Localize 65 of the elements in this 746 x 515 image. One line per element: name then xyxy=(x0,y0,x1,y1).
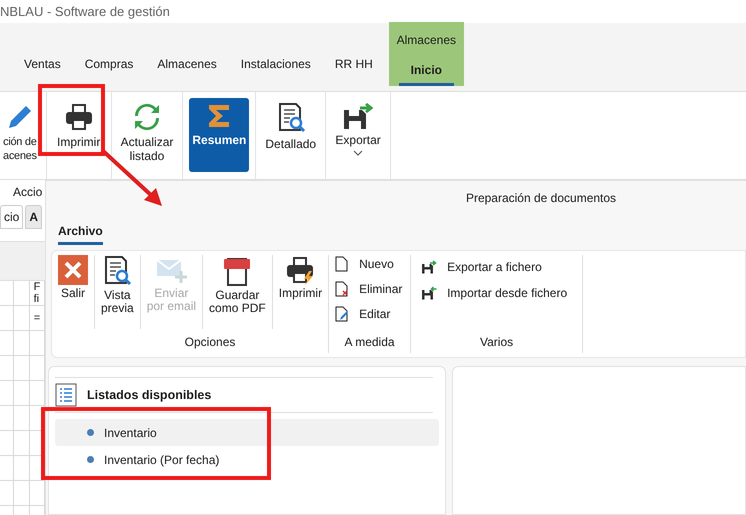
group-label: A medida xyxy=(344,334,395,351)
bullet-icon xyxy=(87,429,94,436)
ribbon-button[interactable]: Detallado xyxy=(262,98,320,155)
grid-cell xyxy=(14,381,30,406)
group-label: Varios xyxy=(480,334,514,351)
close-icon xyxy=(58,255,88,285)
ribbon-button[interactable]: Resumen xyxy=(189,98,250,172)
document-icon xyxy=(335,256,350,272)
grid-cell xyxy=(14,481,30,506)
list-item[interactable]: Inventario xyxy=(55,419,439,446)
ribbon-button[interactable]: Actualizar listado xyxy=(118,98,176,167)
grid-cell xyxy=(0,356,14,381)
pdf-document-icon xyxy=(222,255,252,287)
floppy-export-icon xyxy=(342,102,374,130)
ribbon-button[interactable]: Imprimir xyxy=(274,255,326,300)
grid-cell xyxy=(14,456,30,481)
dialog-tab[interactable]: Archivo xyxy=(58,222,103,245)
menu-item[interactable]: Exportar a fichero xyxy=(421,258,572,276)
document-delete-icon xyxy=(335,281,350,297)
panel-title: Listados disponibles xyxy=(87,386,212,404)
ribbon-tab[interactable]: Inicio xyxy=(398,61,454,86)
window-title: NBLAU - Software de gestión xyxy=(0,2,170,21)
ribbon-button[interactable]: Vista previa xyxy=(97,255,138,315)
dialog-title: Preparación de documentos xyxy=(466,190,616,207)
document-tab[interactable]: A xyxy=(25,205,42,229)
highlight-frame xyxy=(38,84,105,156)
menu-item[interactable]: Editar xyxy=(335,305,404,323)
ribbon-tab[interactable]: Instalaciones xyxy=(228,55,323,77)
ribbon-button[interactable]: Guardar como PDF xyxy=(205,255,270,315)
floppy-export-icon xyxy=(421,260,438,274)
grid-cell xyxy=(0,481,14,506)
grid-cell xyxy=(0,281,14,306)
grid-cell xyxy=(14,406,30,431)
list-item[interactable]: Inventario (Por fecha) xyxy=(55,446,439,473)
grid-cell xyxy=(0,306,14,331)
grid-cell xyxy=(0,331,14,356)
document-edit-icon xyxy=(335,306,350,322)
bullet-icon xyxy=(87,456,94,463)
ribbon-button[interactable]: ción de acenes xyxy=(0,98,40,167)
grid-cell xyxy=(14,431,30,456)
grid-cell xyxy=(0,406,14,431)
menu-item[interactable]: Nuevo xyxy=(335,255,404,273)
grid-cell xyxy=(14,331,30,356)
ribbon-tab[interactable]: Compras xyxy=(72,55,146,77)
context-label: Almacenes xyxy=(396,32,456,49)
group-label: Accio xyxy=(13,184,42,201)
group-label: Opciones xyxy=(184,334,236,351)
menu-item[interactable]: Importar desde fichero xyxy=(421,284,572,302)
floppy-import-icon xyxy=(421,286,438,300)
menu-item[interactable]: Eliminar xyxy=(335,280,404,298)
grid-cell xyxy=(14,356,30,381)
grid-cell xyxy=(0,456,14,481)
document-tab[interactable]: cio xyxy=(0,205,24,229)
ribbon-tab[interactable]: Almacenes xyxy=(145,55,229,77)
grid-cell xyxy=(14,281,30,306)
list-icon xyxy=(55,383,77,407)
grid-cell xyxy=(0,431,14,456)
ribbon-button[interactable]: Imprimir xyxy=(52,98,105,153)
ribbon-button[interactable]: Exportar xyxy=(332,98,384,160)
grid-cell xyxy=(14,306,30,331)
ribbon-tab[interactable]: RR HH xyxy=(322,55,385,77)
ribbon-button[interactable]: Salir xyxy=(54,255,92,300)
ribbon-tab[interactable]: Ventas xyxy=(12,55,73,77)
document-search-icon xyxy=(102,255,132,287)
grid-cell xyxy=(0,381,14,406)
